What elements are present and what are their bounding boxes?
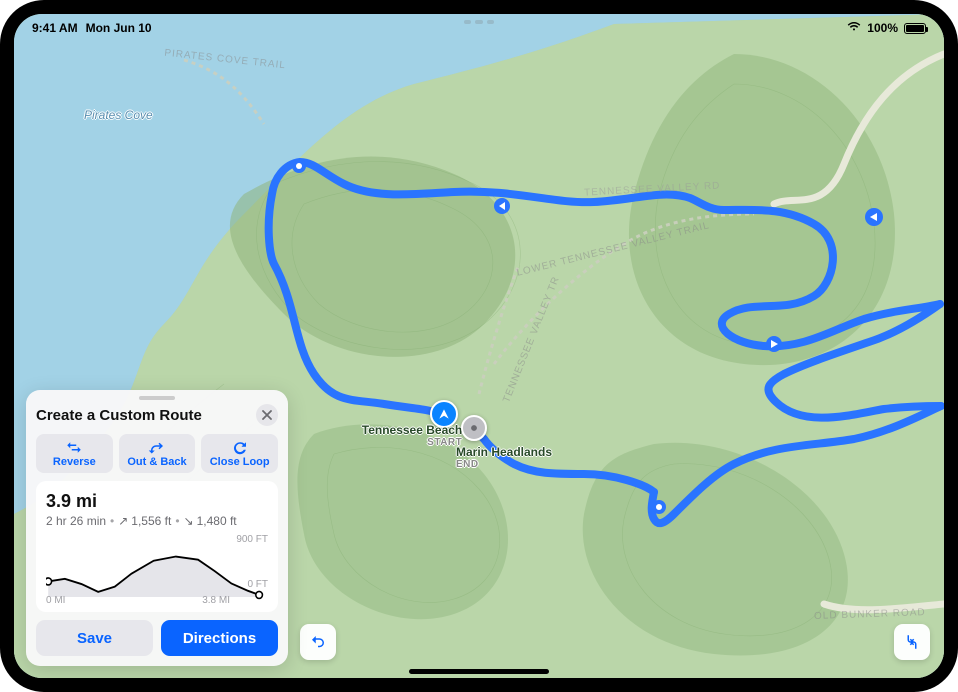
status-left: 9:41 AM Mon Jun 10 <box>32 21 152 35</box>
end-tag: END <box>456 459 479 470</box>
battery-percent: 100% <box>867 21 898 35</box>
status-time: 9:41 AM <box>32 21 78 35</box>
descent-icon: ↘ <box>184 514 194 528</box>
status-bar: 9:41 AM Mon Jun 10 100% <box>14 14 944 38</box>
end-pin[interactable] <box>461 415 487 441</box>
close-loop-icon <box>231 440 249 454</box>
reverse-icon <box>65 440 83 454</box>
device-frame: 9:41 AM Mon Jun 10 100% <box>0 0 958 692</box>
elev-x-end: 3.8 MI <box>202 595 230 606</box>
home-indicator[interactable] <box>409 669 549 674</box>
status-date: Mon Jun 10 <box>86 21 152 35</box>
directions-button[interactable]: Directions <box>161 620 278 656</box>
wifi-icon <box>847 21 861 35</box>
route-card: Create a Custom Route Reverse Out & Bac <box>26 390 288 666</box>
stats-subline: 2 hr 26 min • ↗ 1,556 ft • ↘ 1,480 ft <box>46 514 268 528</box>
route-options-button[interactable] <box>894 624 930 660</box>
out-and-back-label: Out & Back <box>127 456 186 468</box>
undo-button[interactable] <box>300 624 336 660</box>
elev-min-label: 0 FT <box>247 579 268 590</box>
ascent-value: 1,556 ft <box>131 514 171 528</box>
water-label: Pirates Cove <box>84 108 153 122</box>
distance-value: 3.9 mi <box>46 491 268 512</box>
route-shape-row: Reverse Out & Back Close Loop <box>36 434 278 473</box>
card-title: Create a Custom Route <box>36 407 202 424</box>
action-row: Save Directions <box>36 620 278 656</box>
screen: 9:41 AM Mon Jun 10 100% <box>14 14 944 678</box>
start-name: Tennessee Beach <box>362 423 463 437</box>
save-button[interactable]: Save <box>36 620 153 656</box>
reverse-label: Reverse <box>53 456 96 468</box>
duration-value: 2 hr 26 min <box>46 514 106 528</box>
directions-label: Directions <box>183 630 256 647</box>
elevation-chart: 900 FT 0 FT 0 MI 3.8 MI <box>46 534 268 604</box>
elev-x-start: 0 MI <box>46 595 65 606</box>
close-loop-label: Close Loop <box>210 456 270 468</box>
close-button[interactable] <box>256 404 278 426</box>
close-loop-button[interactable]: Close Loop <box>201 434 278 473</box>
ascent-icon: ↗ <box>118 514 128 528</box>
status-right: 100% <box>847 21 926 35</box>
stats-box: 3.9 mi 2 hr 26 min • ↗ 1,556 ft • ↘ 1,48… <box>36 481 278 612</box>
card-grabber[interactable] <box>139 396 175 400</box>
end-name: Marin Headlands <box>456 445 552 459</box>
out-and-back-icon <box>148 440 166 454</box>
end-label-stack: Marin Headlands END <box>456 445 552 470</box>
battery-icon <box>904 23 926 34</box>
multitask-indicator <box>464 20 494 24</box>
start-label-stack: Tennessee Beach START <box>362 423 463 448</box>
save-label: Save <box>77 630 112 647</box>
descent-value: 1,480 ft <box>197 514 237 528</box>
reverse-button[interactable]: Reverse <box>36 434 113 473</box>
elev-max-label: 900 FT <box>236 534 268 545</box>
out-and-back-button[interactable]: Out & Back <box>119 434 196 473</box>
